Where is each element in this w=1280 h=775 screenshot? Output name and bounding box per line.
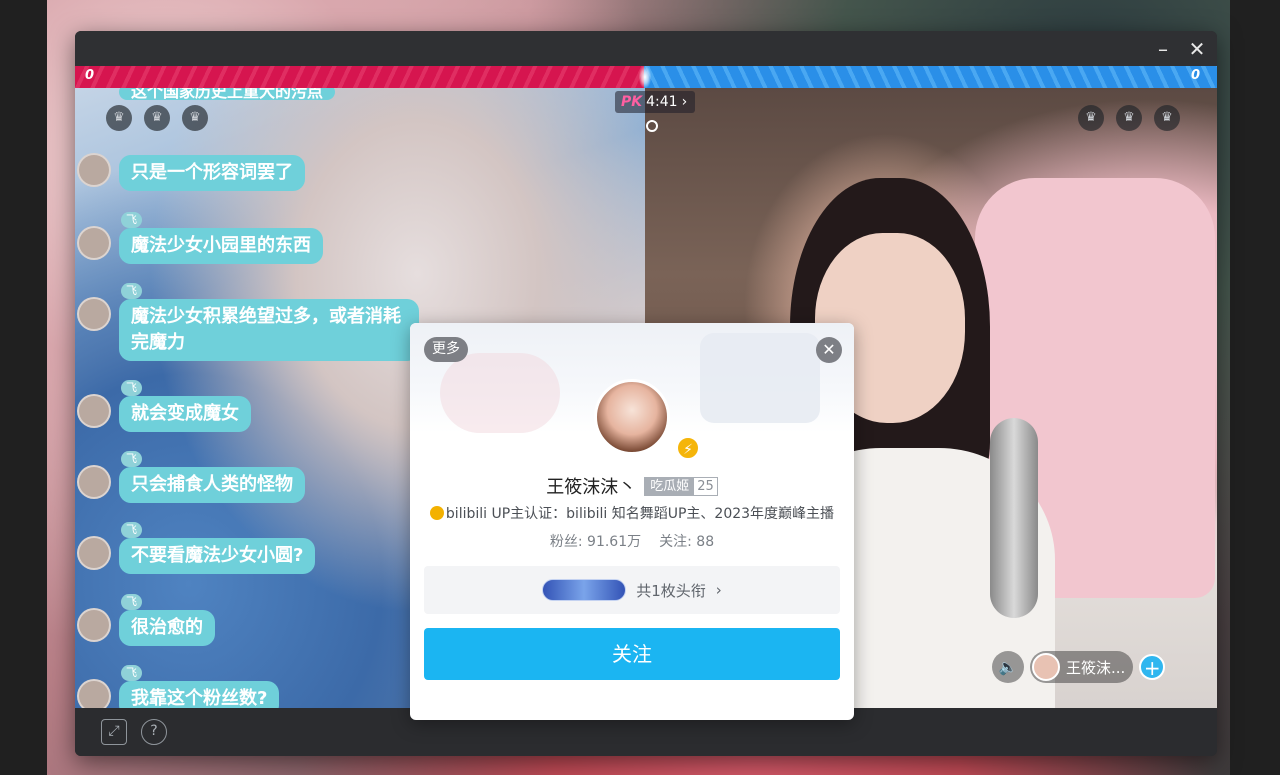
profile-name: 王筱沫沫丶 xyxy=(546,477,637,498)
minimize-icon[interactable]: – xyxy=(1151,37,1175,61)
card-decoration xyxy=(700,333,820,423)
avatar[interactable] xyxy=(77,297,111,331)
pk-bar-left: 0 xyxy=(75,66,644,88)
certification: bilibili UP主认证：bilibili 知名舞蹈UP主、2023年度巅峰… xyxy=(410,503,854,523)
fullscreen-icon[interactable]: ⤢ xyxy=(101,719,127,745)
chat-bubble: 很治愈的 xyxy=(119,610,215,646)
follow-button[interactable]: 关注 xyxy=(424,628,840,680)
avatar[interactable] xyxy=(77,153,111,187)
chat-username[interactable]: 飞木怀 xyxy=(121,594,142,640)
chat-bubble: 就会变成魔女 xyxy=(119,396,251,432)
pk-score-left: 0 xyxy=(85,68,95,83)
seat-icon[interactable]: ♛ xyxy=(1078,105,1104,131)
chat-username[interactable]: 飞木怀 xyxy=(121,522,142,568)
chat-username[interactable]: 飞木怀 xyxy=(121,451,142,497)
chevron-right-icon: › xyxy=(681,94,688,110)
pk-score-bar: 0 0 xyxy=(75,66,1217,88)
chat-bubble: 只是一个形容词罢了 xyxy=(119,155,305,191)
card-decoration xyxy=(440,353,560,433)
pk-score-right: 0 xyxy=(1190,68,1200,83)
avatar[interactable] xyxy=(594,379,670,455)
audience-seats-right: ♛ ♛ ♛ xyxy=(1078,105,1180,131)
pk-logo: PK xyxy=(621,94,643,110)
avatar[interactable] xyxy=(77,226,111,260)
chat-bubble: 这个国家历史上重大的污点 xyxy=(119,88,336,100)
chat-bubble: 不要看魔法少女小圆? xyxy=(119,538,316,574)
microphone xyxy=(990,418,1038,618)
title-badge-icon xyxy=(542,579,627,601)
seat-icon[interactable]: ♛ xyxy=(1154,105,1180,131)
volume-icon[interactable]: 🔈 xyxy=(992,651,1024,683)
fans-count: 粉丝: 91.61万 xyxy=(549,534,642,550)
medal-name: 吃瓜姬 xyxy=(645,477,695,495)
titles-count: 共1枚头衔 xyxy=(636,581,706,600)
following-count: 关注: 88 xyxy=(659,534,715,550)
certification-icon xyxy=(429,506,444,520)
lightning-icon: ⚡ xyxy=(676,436,700,460)
pk-timer[interactable]: PK 4:41 › xyxy=(615,91,696,113)
avatar[interactable] xyxy=(77,465,111,499)
follow-plus-button[interactable]: + xyxy=(1139,654,1166,680)
avatar[interactable] xyxy=(77,394,111,428)
desktop-edge-left xyxy=(0,0,47,775)
close-icon[interactable]: ✕ xyxy=(1185,37,1209,61)
chat-bubble: 魔法少女积累绝望过多，或者消耗完魔力 xyxy=(119,299,419,361)
chat-username[interactable]: 飞木怀 xyxy=(121,212,142,258)
user-profile-card: 更多 ✕ ⚡ 王筱沫沫丶 吃瓜姬 25 bilibili UP主认证：bilib… xyxy=(410,323,854,720)
avatar[interactable] xyxy=(77,679,111,708)
anchor-name: 王筱沫... xyxy=(1066,658,1126,677)
chat-username[interactable]: 飞木怀 xyxy=(121,283,142,329)
anchor-chip[interactable]: 王筱沫... xyxy=(1030,651,1134,683)
chat-bubble: 只会捕食人类的怪物 xyxy=(119,467,305,503)
medal-level: 25 xyxy=(694,477,717,495)
name-row: 王筱沫沫丶 吃瓜姬 25 xyxy=(410,473,854,499)
pk-bar-right: 0 xyxy=(644,66,1217,88)
fan-medal[interactable]: 吃瓜姬 25 xyxy=(644,476,718,496)
seat-icon[interactable]: ♛ xyxy=(1116,105,1142,131)
anchor-info-pill: 🔈 王筱沫... + xyxy=(992,650,1166,684)
chevron-right-icon: › xyxy=(715,581,722,599)
avatar xyxy=(1032,653,1060,681)
chat-bubble: 我靠这个粉丝数? xyxy=(119,681,280,708)
avatar[interactable] xyxy=(77,608,111,642)
avatar[interactable] xyxy=(77,536,111,570)
desktop-edge-right xyxy=(1230,0,1280,775)
help-icon[interactable]: ? xyxy=(141,719,167,745)
pk-time: 4:41 xyxy=(646,94,678,110)
more-button[interactable]: 更多 xyxy=(424,337,468,362)
titles-row[interactable]: 共1枚头衔 › xyxy=(424,566,840,614)
profile-stats: 粉丝: 91.61万 关注: 88 xyxy=(410,531,854,551)
title-bar[interactable]: – ✕ xyxy=(75,31,1217,67)
pk-indicator-dot xyxy=(646,120,658,132)
chat-username[interactable]: 飞木怀 xyxy=(121,665,142,708)
chat-username[interactable]: 飞木怀 xyxy=(121,380,142,426)
certification-text: bilibili UP主认证：bilibili 知名舞蹈UP主、2023年度巅峰… xyxy=(445,506,835,522)
chat-bubble: 魔法少女小园里的东西 xyxy=(119,228,323,264)
pk-divider xyxy=(639,66,651,88)
close-icon[interactable]: ✕ xyxy=(816,337,842,363)
